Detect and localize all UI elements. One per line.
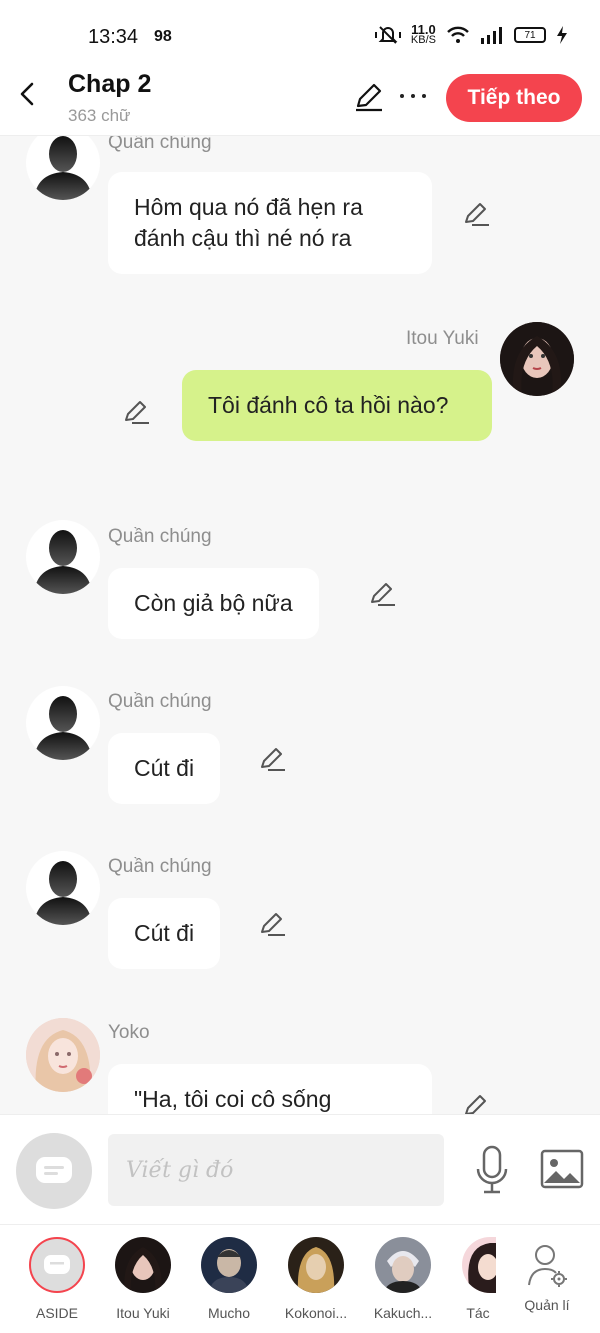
battery-icon: 71 bbox=[514, 27, 546, 43]
character-label: Kakuch... bbox=[373, 1305, 433, 1321]
character-kakucho[interactable]: Kakuch... bbox=[364, 1237, 442, 1321]
message-bubble[interactable]: Cút đi bbox=[108, 898, 221, 969]
chapter-header: Chap 2 363 chữ Tiếp theo bbox=[0, 58, 600, 136]
chapter-title: Chap 2 bbox=[68, 70, 152, 98]
mute-vibrate-icon bbox=[374, 26, 401, 44]
message-bubble[interactable]: "Ha, tôi coi cô sống bbox=[108, 1064, 432, 1116]
network-speed: 11.0 KB/S bbox=[410, 23, 436, 46]
image-icon[interactable] bbox=[540, 1149, 584, 1189]
avatar-silhouette[interactable] bbox=[26, 136, 100, 200]
sender-name: Quần chúng bbox=[108, 691, 212, 712]
wifi-icon bbox=[447, 26, 469, 43]
message-bubble[interactable]: Hôm qua nó đã hẹn ra đánh cậu thì né nó … bbox=[108, 172, 432, 274]
edit-message-icon[interactable] bbox=[462, 200, 490, 228]
status-time: 13:34 bbox=[88, 26, 139, 48]
edit-pencil-icon[interactable] bbox=[354, 82, 384, 112]
character-label: Itou Yuki bbox=[116, 1305, 170, 1321]
character-label: Mucho bbox=[207, 1305, 251, 1321]
microphone-icon[interactable] bbox=[472, 1145, 512, 1195]
next-chapter-button[interactable]: Tiếp theo bbox=[446, 74, 582, 122]
aside-avatar bbox=[29, 1237, 85, 1293]
character-avatar bbox=[288, 1237, 344, 1293]
sender-name: Itou Yuki bbox=[406, 328, 479, 349]
sender-name: Yoko bbox=[108, 1022, 150, 1043]
avatar-itou-yuki[interactable] bbox=[500, 322, 574, 396]
character-kokonoi[interactable]: Kokonoi... bbox=[277, 1237, 355, 1321]
sender-name: Quần chúng bbox=[108, 136, 212, 153]
chat-bubble-icon bbox=[44, 1255, 70, 1274]
character-bar: ASIDE Itou Yuki Mucho Kokonoi... Kakuch.… bbox=[0, 1224, 600, 1333]
network-speed-unit: KB/S bbox=[410, 34, 436, 46]
more-options-icon[interactable] bbox=[400, 94, 426, 102]
character-avatar bbox=[115, 1237, 171, 1293]
edit-message-icon[interactable] bbox=[368, 580, 396, 608]
user-settings-icon bbox=[528, 1245, 567, 1287]
aside-toggle-button[interactable] bbox=[16, 1133, 92, 1209]
edit-message-icon[interactable] bbox=[462, 1092, 490, 1116]
character-mucho[interactable]: Mucho bbox=[190, 1237, 268, 1321]
signal-icon bbox=[481, 27, 502, 44]
sender-name: Quần chúng bbox=[108, 856, 212, 877]
avatar-silhouette[interactable] bbox=[26, 851, 100, 925]
character-itou-yuki[interactable]: Itou Yuki bbox=[104, 1237, 182, 1321]
avatar-yoko[interactable] bbox=[26, 1018, 100, 1092]
character-label: Tác bbox=[466, 1305, 490, 1321]
chat-bubble-icon bbox=[36, 1157, 72, 1183]
message-bubble[interactable]: Cút đi bbox=[108, 733, 221, 804]
character-avatar bbox=[201, 1237, 257, 1293]
edit-message-icon[interactable] bbox=[122, 398, 150, 426]
charging-icon bbox=[557, 26, 567, 44]
back-arrow-icon[interactable] bbox=[14, 80, 42, 108]
avatar-silhouette[interactable] bbox=[26, 686, 100, 760]
edit-message-icon[interactable] bbox=[258, 910, 286, 938]
message-bubble[interactable]: Còn giả bộ nữa bbox=[108, 568, 319, 639]
character-avatar bbox=[375, 1237, 431, 1293]
avatar-silhouette[interactable] bbox=[26, 520, 100, 594]
character-label: ASIDE bbox=[35, 1305, 78, 1321]
status-indicator: 98 bbox=[154, 28, 172, 45]
edit-message-icon[interactable] bbox=[258, 745, 286, 773]
message-composer bbox=[0, 1114, 600, 1224]
character-tac[interactable]: Tác bbox=[440, 1237, 516, 1321]
character-avatar bbox=[462, 1237, 496, 1293]
sender-name: Quần chúng bbox=[108, 526, 212, 547]
character-label: Kokonoi... bbox=[284, 1305, 348, 1321]
character-label: Quản lí bbox=[524, 1297, 570, 1313]
message-bubble-self[interactable]: Tôi đánh cô ta hồi nào? bbox=[182, 370, 492, 441]
word-count: 363 chữ bbox=[68, 106, 131, 125]
character-aside[interactable]: ASIDE bbox=[18, 1237, 96, 1321]
chat-area[interactable]: Quần chúng Hôm qua nó đã hẹn ra đánh cậu… bbox=[0, 136, 600, 1116]
message-input[interactable] bbox=[108, 1134, 444, 1206]
manage-characters[interactable]: Quản lí bbox=[508, 1237, 586, 1313]
status-icons: 11.0 KB/S 71 bbox=[374, 23, 568, 46]
